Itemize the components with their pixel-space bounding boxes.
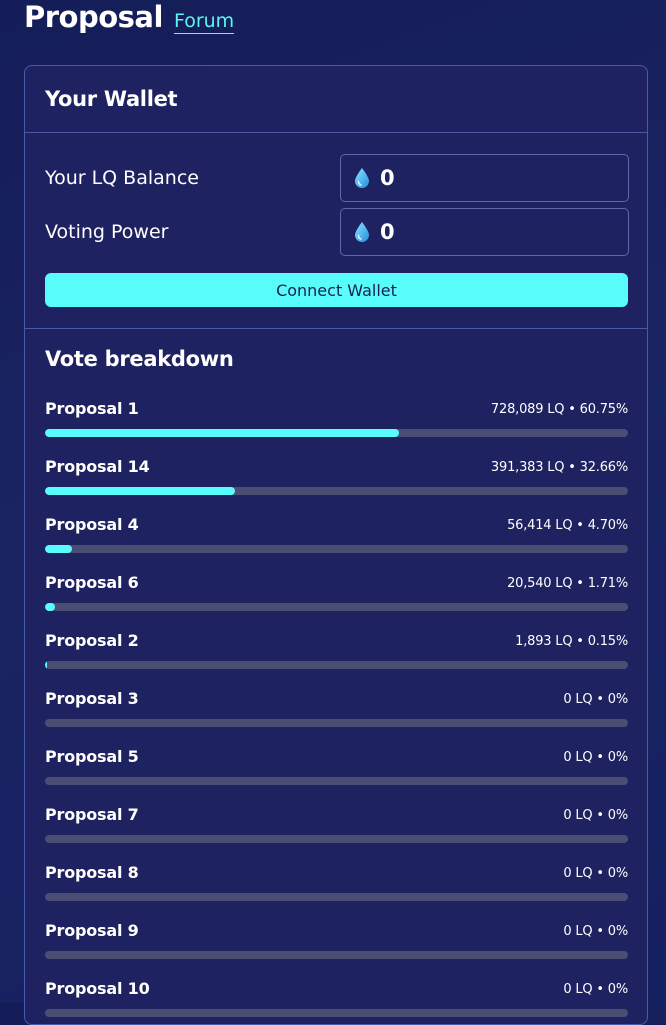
proposal-stats: 20,540 LQ • 1.71% <box>507 576 628 591</box>
proposal-item: Proposal 3 0 LQ • 0% <box>45 688 628 746</box>
voting-power-value: 0 <box>380 220 395 244</box>
vote-progress-bar <box>45 487 628 495</box>
proposal-stats: 391,383 LQ • 32.66% <box>490 460 628 475</box>
proposal-stats: 0 LQ • 0% <box>563 924 628 939</box>
connect-wallet-button[interactable]: Connect Wallet <box>45 273 628 307</box>
voting-power-field: 0 <box>340 208 629 256</box>
vote-progress-bar <box>45 545 628 553</box>
vote-progress-bar <box>45 777 628 785</box>
proposal-name: Proposal 9 <box>45 921 139 940</box>
vote-progress-fill <box>45 603 55 611</box>
vote-progress-bar <box>45 835 628 843</box>
vote-progress-fill <box>45 487 236 495</box>
proposal-name: Proposal 1 <box>45 399 139 418</box>
proposal-name: Proposal 7 <box>45 805 139 824</box>
vote-progress-bar <box>45 893 628 901</box>
balance-field: 0 <box>340 154 629 202</box>
voting-power-label: Voting Power <box>45 221 169 243</box>
proposal-name: Proposal 6 <box>45 573 139 592</box>
proposal-stats: 1,893 LQ • 0.15% <box>515 634 628 649</box>
proposal-name: Proposal 10 <box>45 979 150 998</box>
forum-link[interactable]: Forum <box>173 9 235 34</box>
proposal-item: Proposal 9 0 LQ • 0% <box>45 920 628 978</box>
water-drop-icon <box>355 222 369 242</box>
wallet-title: Your Wallet <box>45 87 178 111</box>
proposal-name: Proposal 3 <box>45 689 139 708</box>
balance-value: 0 <box>380 166 395 190</box>
proposal-name: Proposal 8 <box>45 863 139 882</box>
proposal-item: Proposal 7 0 LQ • 0% <box>45 804 628 862</box>
proposal-stats: 0 LQ • 0% <box>563 808 628 823</box>
vote-progress-fill <box>45 429 400 437</box>
proposal-name: Proposal 5 <box>45 747 139 766</box>
proposal-stats: 0 LQ • 0% <box>563 866 628 881</box>
proposal-stats: 0 LQ • 0% <box>563 692 628 707</box>
vote-progress-bar <box>45 951 628 959</box>
proposal-stats: 0 LQ • 0% <box>563 982 628 997</box>
wallet-header: Your Wallet <box>25 66 647 133</box>
proposal-item: Proposal 10 0 LQ • 0% <box>45 978 628 1024</box>
water-drop-icon <box>355 168 369 188</box>
page-header: Proposal Forum <box>24 0 235 34</box>
proposal-item: Proposal 6 20,540 LQ • 1.71% <box>45 572 628 630</box>
vote-progress-bar <box>45 429 628 437</box>
page-title: Proposal <box>24 0 163 34</box>
balance-label: Your LQ Balance <box>45 167 199 189</box>
proposal-card: Your Wallet Your LQ Balance 0 Voting Pow… <box>24 65 648 1025</box>
vote-breakdown-title: Vote breakdown <box>45 347 234 371</box>
vote-progress-bar <box>45 603 628 611</box>
vote-progress-bar <box>45 1009 628 1017</box>
proposal-item: Proposal 4 56,414 LQ • 4.70% <box>45 514 628 572</box>
proposal-name: Proposal 14 <box>45 457 150 476</box>
vote-progress-fill <box>45 661 47 669</box>
proposal-list: Proposal 1 728,089 LQ • 60.75% Proposal 14… <box>45 398 628 1024</box>
proposal-item: Proposal 5 0 LQ • 0% <box>45 746 628 804</box>
vote-progress-bar <box>45 719 628 727</box>
vote-progress-bar <box>45 661 628 669</box>
proposal-name: Proposal 4 <box>45 515 139 534</box>
proposal-item: Proposal 8 0 LQ • 0% <box>45 862 628 920</box>
voting-power-row: Voting Power 0 <box>45 207 629 257</box>
proposal-item: Proposal 1 728,089 LQ • 60.75% <box>45 398 628 456</box>
balance-row: Your LQ Balance 0 <box>45 153 629 203</box>
proposal-stats: 728,089 LQ • 60.75% <box>490 402 628 417</box>
proposal-item: Proposal 14 391,383 LQ • 32.66% <box>45 456 628 514</box>
vote-progress-fill <box>45 545 73 553</box>
proposal-name: Proposal 2 <box>45 631 139 650</box>
proposal-stats: 0 LQ • 0% <box>563 750 628 765</box>
wallet-section: Your LQ Balance 0 Voting Power 0 Connect… <box>25 133 647 329</box>
proposal-stats: 56,414 LQ • 4.70% <box>507 518 628 533</box>
proposal-item: Proposal 2 1,893 LQ • 0.15% <box>45 630 628 688</box>
